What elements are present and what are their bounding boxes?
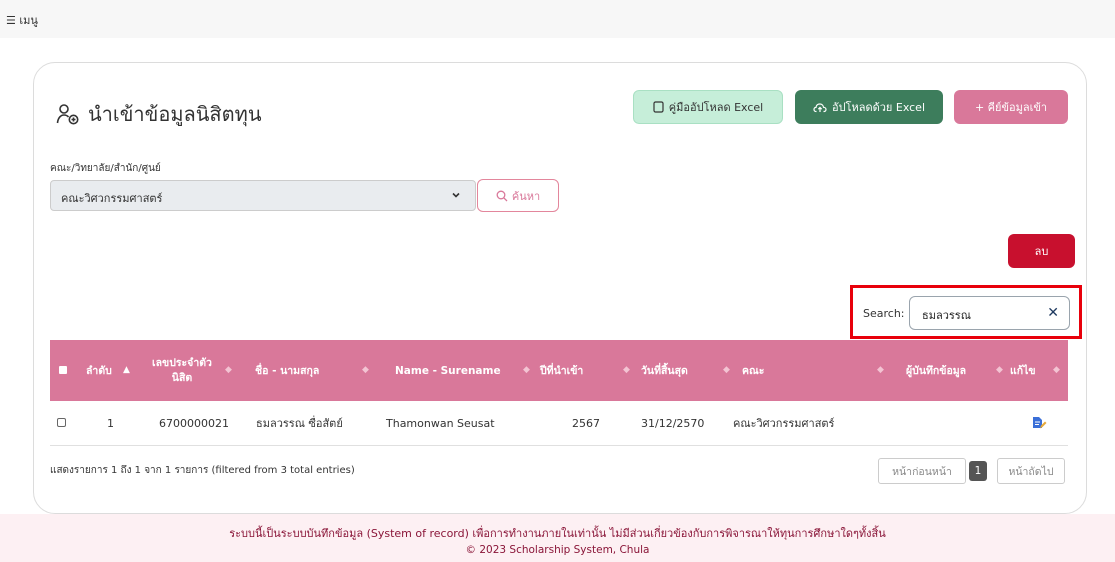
edit-icon[interactable] [1031,416,1047,430]
cell-student-id: 6700000021 [159,416,229,430]
sort-icon: ◆ [225,365,232,375]
sort-icon: ◆ [723,365,730,375]
cell-name-th: ธมลวรรณ ซื่อสัตย์ [256,417,343,430]
user-add-icon [56,104,79,125]
sort-icon: ◆ [623,365,630,375]
document-icon [653,101,664,113]
column-header-order[interactable]: ลำดับ [86,340,126,401]
cell-end-date: 31/12/2570 [641,416,705,430]
footer: ระบบนี้เป็นระบบบันทึกข้อมูล (System of r… [0,514,1115,562]
table-header: ลำดับ ▲ เลขประจำตัวนิสิต ◆ ชื่อ - นามสกุ… [50,340,1068,401]
column-header-recorder[interactable]: ผู้บันทึกข้อมูล [906,340,996,401]
excel-manual-button[interactable]: คู่มืออัปโหลด Excel [633,90,783,124]
menu-toggle[interactable]: ☰ เมนู [6,11,38,29]
column-header-faculty[interactable]: คณะ [742,340,802,401]
key-data-button[interactable]: + คีย์ข้อมูลเข้า [954,90,1068,124]
chevron-down-icon [452,192,460,198]
cell-faculty: คณะวิศวกรรมศาสตร์ [733,417,835,430]
page-title: นำเข้าข้อมูลนิสิตทุน [88,102,262,126]
sort-icon: ◆ [877,365,884,375]
sort-icon: ◆ [362,365,369,375]
page-1-button[interactable]: 1 [969,461,987,481]
column-header-student-id-label: เลขประจำตัวนิสิต [152,356,212,384]
column-header-student-id[interactable]: เลขประจำตัวนิสิต [142,340,222,401]
close-icon[interactable]: ✕ [1047,305,1059,321]
faculty-select-value: คณะวิศวกรรมศาสตร์ [61,192,163,205]
filter-search-label: ค้นหา [511,189,541,203]
faculty-filter-label: คณะ/วิทยาลัย/สำนัก/ศูนย์ [50,163,161,174]
pagination-info: แสดงรายการ 1 ถึง 1 จาก 1 รายการ (filtere… [50,465,355,476]
row-checkbox[interactable] [57,418,66,427]
sort-icon: ◆ [1053,365,1060,375]
search-icon [496,190,508,201]
sort-icon: ◆ [996,365,1003,375]
table-row: 1 6700000021 ธมลวรรณ ซื่อสัตย์ Thamonwan… [50,401,1068,446]
cloud-upload-icon [813,102,827,112]
sort-asc-icon: ▲ [123,365,130,375]
previous-page-button[interactable]: หน้าก่อนหน้า [878,458,966,484]
cell-import-year: 2567 [572,416,600,430]
filter-search-button[interactable]: ค้นหา [477,179,559,212]
select-all-checkbox[interactable] [59,366,67,374]
page-header: นำเข้าข้อมูลนิสิตทุน [56,98,262,130]
footer-notice: ระบบนี้เป็นระบบบันทึกข้อมูล (System of r… [229,527,886,540]
column-header-edit: แก้ไข [1010,365,1036,377]
column-header-end-date[interactable]: วันที่สิ้นสุด [641,340,721,401]
upload-excel-button[interactable]: อัปโหลดด้วย Excel [795,90,943,124]
table-search-input[interactable]: ธมลวรรณ ✕ [909,296,1070,330]
column-header-import-year[interactable]: ปีที่นำเข้า [540,340,620,401]
next-page-button[interactable]: หน้าถัดไป [997,458,1065,484]
top-bar: ☰ เมนู [0,0,1115,38]
cell-order: 1 [107,416,114,430]
delete-button[interactable]: ลบ [1008,234,1075,268]
column-header-name-en[interactable]: Name - Surename [395,340,515,401]
column-header-name-th[interactable]: ชื่อ - นามสกุล [255,340,355,401]
footer-copyright: © 2023 Scholarship System, Chula [465,544,650,556]
sort-icon: ◆ [523,365,530,375]
upload-excel-label: อัปโหลดด้วย Excel [831,101,926,114]
table-search-label: Search: [863,307,905,320]
excel-manual-label: คู่มืออัปโหลด Excel [668,101,764,114]
faculty-select[interactable]: คณะวิศวกรรมศาสตร์ [50,180,476,211]
cell-name-en: Thamonwan Seusat [386,416,495,430]
table-search-value: ธมลวรรณ [922,309,971,322]
